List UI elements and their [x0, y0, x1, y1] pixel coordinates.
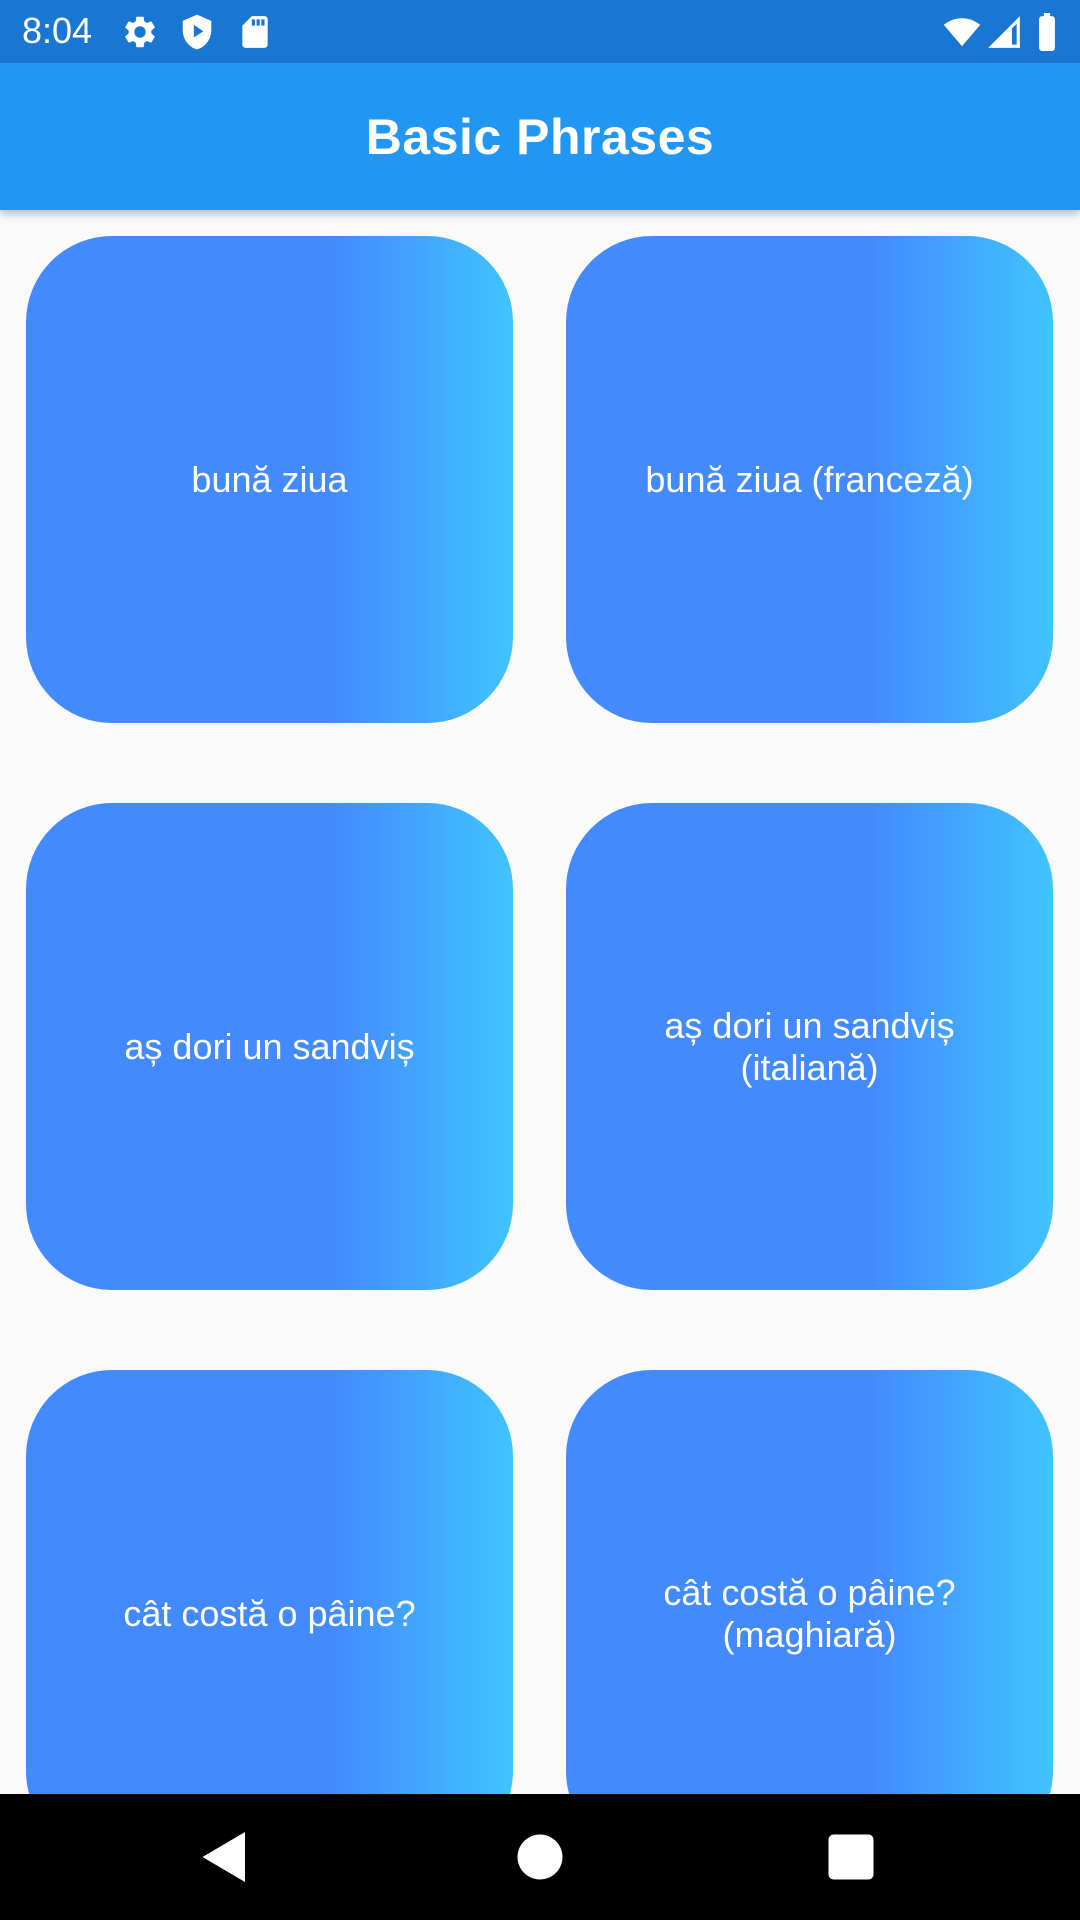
phrase-tile[interactable]: cât costă o pâine?: [26, 1370, 513, 1794]
home-icon[interactable]: [510, 1827, 570, 1887]
signal-icon: [988, 16, 1020, 48]
page-title: Basic Phrases: [365, 108, 715, 165]
phrase-tile[interactable]: cât costă o pâine? (maghiară): [566, 1370, 1053, 1794]
gear-icon: [125, 16, 155, 48]
navigation-bar: [0, 1794, 1080, 1920]
phrase-label: cât costă o pâine? (maghiară): [663, 1571, 956, 1655]
phrase-label: bună ziua: [191, 458, 348, 500]
status-bar: 8:04: [0, 0, 1080, 63]
phrase-label: aș dori un sandviș (italiană): [664, 1004, 955, 1088]
recents-icon[interactable]: [821, 1827, 881, 1887]
shield-play-icon: [182, 14, 212, 50]
back-icon[interactable]: [195, 1827, 255, 1887]
phrase-label: cât costă o pâine?: [123, 1592, 416, 1634]
phrase-tile[interactable]: bună ziua (franceză): [566, 236, 1053, 723]
app-bar: Basic Phrases: [0, 63, 1080, 210]
screen: 8:04 Basic Phrases bună ziua bună ziua (…: [0, 0, 1080, 1920]
phrase-tile[interactable]: aș dori un sandviș: [26, 803, 513, 1290]
sd-card-icon: [242, 16, 268, 48]
battery-icon: [1039, 13, 1055, 51]
wifi-icon: [943, 18, 981, 47]
phrase-label: aș dori un sandviș: [124, 1025, 415, 1067]
phrase-tile[interactable]: bună ziua: [26, 236, 513, 723]
phrase-tile[interactable]: aș dori un sandviș (italiană): [566, 803, 1053, 1290]
phrase-grid: bună ziua bună ziua (franceză) aș dori u…: [0, 210, 1080, 1794]
status-time: 8:04: [22, 10, 93, 51]
phrase-label: bună ziua (franceză): [645, 458, 974, 500]
